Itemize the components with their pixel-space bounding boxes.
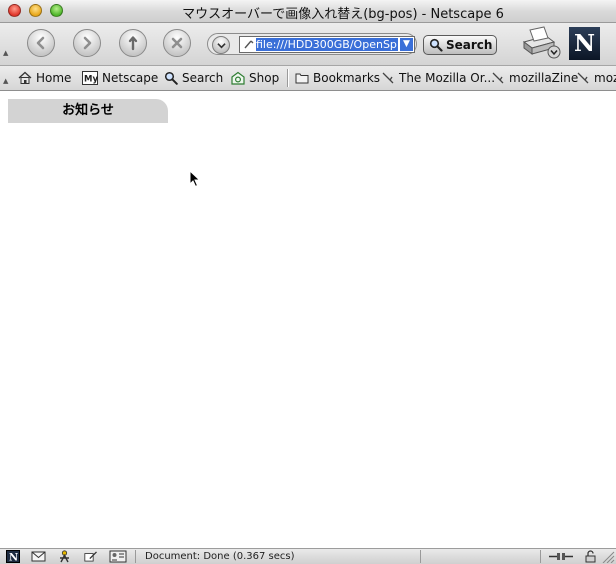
personal-item-label: Shop [249, 71, 280, 85]
url-dropdown-arrow-icon[interactable]: ▼ [400, 38, 413, 51]
navigation-toolbar: ▲ file:///HDD300GB/OpenSp ▼ Search N [0, 23, 616, 66]
minimize-window-button[interactable] [29, 4, 42, 17]
page-icon [244, 40, 254, 49]
personal-toolbar-grip-icon[interactable]: ▲ [3, 78, 10, 85]
search-button[interactable]: Search [423, 35, 497, 55]
search-button-label: Search [446, 38, 493, 52]
search-icon [164, 71, 178, 85]
url-history-dropdown[interactable] [212, 36, 230, 54]
forward-arrow-icon [83, 36, 92, 50]
bookmark-icon [492, 72, 504, 84]
personal-item-label: Search [182, 71, 224, 85]
personal-item-mozillazine[interactable]: mozillaZine [491, 70, 578, 86]
security-lock-icon[interactable] [583, 550, 598, 563]
toolbar-grip-icon[interactable]: ▲ [3, 50, 10, 57]
netscape-logo-icon[interactable]: N [569, 27, 600, 60]
reload-button[interactable] [119, 29, 147, 57]
status-divider [135, 550, 136, 563]
forward-button[interactable] [73, 29, 101, 57]
personal-item-label: Netscape [102, 71, 159, 85]
personal-item-mozilla-org[interactable]: The Mozilla Or... [381, 70, 495, 86]
stop-button[interactable] [163, 29, 191, 57]
reload-icon [128, 36, 138, 51]
title-bar: マウスオーバーで画像入れ替え(bg-pos) - Netscape 6 [0, 0, 616, 23]
url-text: file:///HDD300GB/OpenSp [256, 38, 398, 51]
stop-icon [171, 37, 183, 49]
personal-item-label: Home [36, 71, 72, 85]
window-title: マウスオーバーで画像入れ替え(bg-pos) - Netscape 6 [182, 7, 504, 22]
chevron-down-icon [216, 42, 226, 48]
my-netscape-icon: My [82, 71, 98, 85]
personal-item-label: moz [594, 71, 616, 85]
close-window-button[interactable] [8, 4, 21, 17]
netscape-n-icon[interactable]: N [6, 550, 21, 563]
svg-text:My: My [84, 75, 98, 85]
printer-icon [522, 26, 561, 59]
status-divider [420, 550, 421, 563]
bookmark-icon [382, 72, 394, 84]
back-arrow-icon [36, 36, 45, 50]
zoom-window-button[interactable] [50, 4, 63, 17]
composer-icon[interactable] [84, 550, 99, 563]
personal-item-home[interactable]: Home [18, 70, 71, 86]
bookmark-icon [577, 72, 589, 84]
mouse-pointer-icon [189, 170, 201, 188]
print-menu-button[interactable] [518, 26, 563, 62]
personal-item-bookmarks[interactable]: Bookmarks [295, 70, 380, 86]
personal-item-label: mozillaZine [509, 71, 579, 85]
personal-toolbar: ▲ Home My Netscape Search Shop Bookmarks… [0, 66, 616, 91]
personal-item-my-netscape[interactable]: My Netscape [82, 70, 158, 86]
magnifier-icon [429, 38, 443, 52]
status-bar: N Document: Done (0.367 secs) [0, 548, 616, 564]
personal-item-search[interactable]: Search [164, 70, 223, 86]
status-text: Document: Done (0.367 secs) [145, 551, 295, 562]
personal-item-shop[interactable]: Shop [231, 70, 279, 86]
page-content: お知らせ [0, 91, 616, 548]
home-icon [18, 71, 32, 84]
personal-item-label: Bookmarks [313, 71, 381, 85]
svg-text:N: N [9, 553, 18, 564]
resize-grip-icon[interactable] [600, 550, 615, 563]
address-book-icon[interactable] [109, 550, 127, 563]
folder-icon [295, 73, 309, 84]
toolbar-divider [287, 69, 289, 87]
status-divider [540, 550, 541, 563]
shop-icon [231, 71, 245, 85]
online-connection-icon[interactable] [548, 550, 574, 563]
notice-tab-button[interactable]: お知らせ [8, 99, 168, 123]
url-input[interactable]: file:///HDD300GB/OpenSp ▼ [239, 36, 415, 53]
instant-messenger-icon[interactable] [57, 550, 72, 563]
back-button[interactable] [27, 29, 55, 57]
mail-icon[interactable] [31, 550, 46, 563]
personal-item-moz[interactable]: moz [576, 70, 616, 86]
personal-item-label: The Mozilla Or... [399, 71, 496, 85]
